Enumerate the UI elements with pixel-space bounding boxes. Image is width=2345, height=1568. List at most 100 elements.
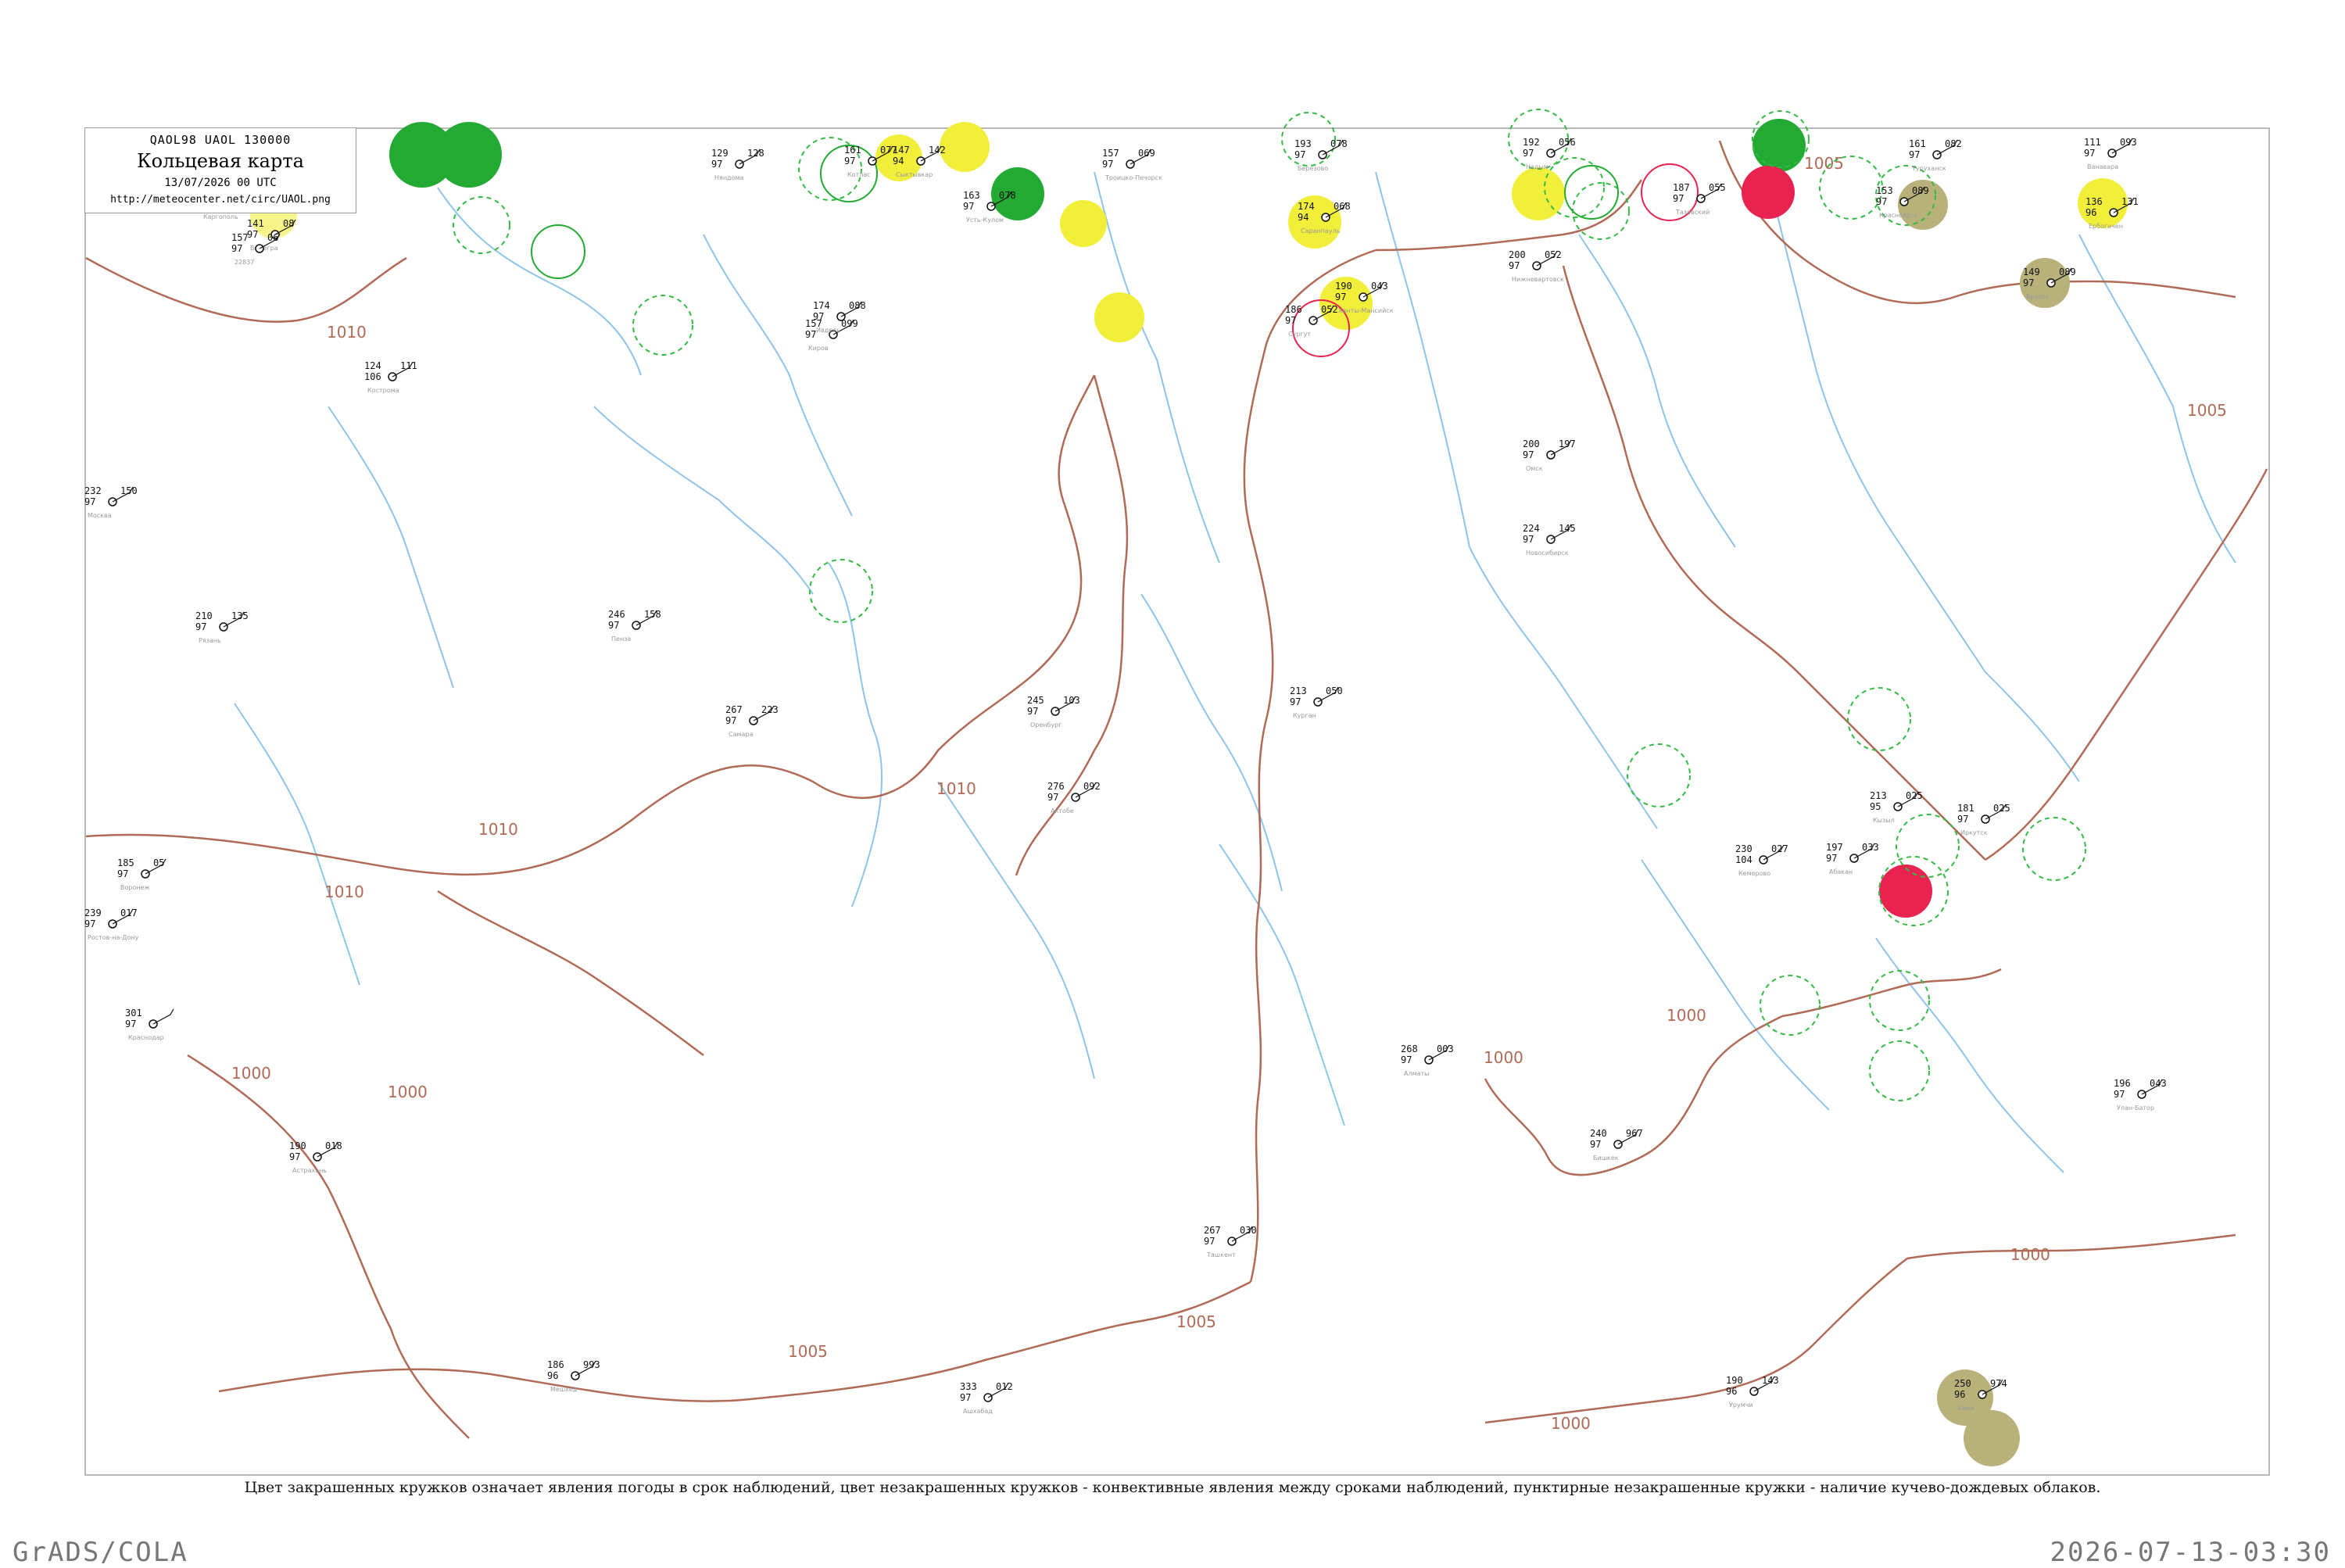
station-temp: 193	[1294, 138, 1312, 149]
station-dew: 97	[844, 156, 855, 166]
station-name: Кемерово	[1738, 870, 1770, 877]
station-dew: 97	[231, 243, 242, 254]
station-plot: 33397 012 Ашхабад	[960, 1381, 1013, 1415]
station-name: Курган	[1293, 712, 1316, 719]
station-temp: 240	[1590, 1128, 1607, 1139]
station-pressure: 033	[1862, 842, 1879, 853]
station-name: Новосибирск	[1526, 550, 1569, 557]
station-pressure: 974	[1990, 1378, 2007, 1389]
station-pressure: 131	[2121, 196, 2139, 207]
station-name: 22837	[234, 259, 254, 266]
station-plot: 21395 025 Кызыл	[1870, 790, 1923, 824]
station-name: Самара	[729, 731, 754, 738]
station-pressure: 003	[1437, 1044, 1454, 1054]
station-dew: 97	[1509, 260, 1520, 271]
station-temp: 230	[1735, 843, 1752, 854]
station-dew: 94	[1298, 212, 1309, 223]
station-plot: 22497 145 Новосибирск	[1523, 523, 1576, 557]
station-temp: 161	[1909, 138, 1926, 149]
station-dew: 97	[1673, 193, 1684, 204]
station-name: Ханты-Мансийск	[1338, 307, 1394, 314]
station-temp: 267	[725, 704, 743, 715]
station-plot: 15797 069 Троицко-Печорск	[1102, 148, 1162, 181]
station-dew: 94	[893, 156, 904, 166]
station-name: Ванавара	[2087, 163, 2118, 170]
map-caption: Цвет закрашенных кружков означает явлени…	[244, 1479, 2101, 1496]
station-temp: 250	[1954, 1378, 1971, 1389]
station-plot: 18597 05 Воронеж	[117, 857, 166, 891]
station-name: Саранпауль	[1301, 227, 1341, 234]
station-temp: 185	[117, 857, 134, 868]
station-temp: 200	[1523, 439, 1540, 449]
station-dew: 97	[1027, 706, 1038, 717]
station-dew: 97	[1590, 1139, 1601, 1150]
thunderstorm-marker	[1879, 865, 1932, 918]
station-pressure: 043	[2150, 1078, 2167, 1089]
isobar-label: 1010	[327, 323, 367, 342]
weather-markers	[250, 119, 2128, 1466]
isobar-label: 1000	[1551, 1414, 1591, 1433]
station-pressure: 089	[1912, 185, 1929, 196]
station-plot: 26897 003 Алматы	[1401, 1044, 1454, 1077]
map-url[interactable]: http://meteocenter.net/circ/UAOL.png	[85, 194, 356, 206]
station-pressure: 078	[1330, 138, 1348, 149]
station-temp: 268	[1401, 1044, 1418, 1054]
station-dew: 97	[725, 715, 736, 726]
station-dew: 97	[1523, 534, 1534, 545]
station-pressure: 092	[1083, 781, 1101, 792]
station-dew: 97	[289, 1151, 300, 1162]
station-plot: 30197 Краснодар	[125, 1008, 174, 1041]
station-pressure: 078	[999, 190, 1016, 201]
station-temp: 276	[1047, 781, 1065, 792]
station-temp: 190	[1726, 1375, 1743, 1386]
station-name: Кострома	[367, 387, 399, 394]
station-dew: 97	[813, 311, 824, 322]
station-plot: 19097 018 Астрахань	[289, 1140, 342, 1174]
station-temp: 192	[1523, 137, 1540, 148]
station-dew: 106	[364, 371, 381, 382]
station-plot: 18797 055 Тазовский	[1673, 182, 1726, 216]
station-name: Улан-Батор	[2117, 1104, 2154, 1112]
isobar-lines	[85, 140, 2268, 1439]
station-temp: 186	[547, 1359, 564, 1370]
station-name: Красноярск	[1879, 212, 1917, 219]
station-name: Ивдель	[816, 327, 840, 334]
station-plot: 15797099Киров	[805, 318, 858, 352]
station-dew: 97	[805, 329, 816, 340]
station-plot: 23297 150 Москва	[84, 485, 138, 519]
map-title-box: QAOL98 UAOL 130000 Кольцевая карта 13/07…	[84, 127, 356, 213]
station-plot: 20097 052 Нижневартовск	[1509, 249, 1564, 283]
station-plot: 20097 197 Омск	[1523, 439, 1576, 472]
station-plot: 23997 017 Ростов-на-Дону	[84, 908, 139, 941]
rain-marker	[1752, 119, 1806, 172]
isobar-label: 1000	[231, 1064, 271, 1083]
station-dew: 96	[2085, 207, 2096, 218]
station-temp: 267	[1204, 1225, 1221, 1236]
station-name: Сургут	[1288, 331, 1311, 338]
station-dew: 97	[117, 868, 128, 879]
station-pressure: 056	[1559, 137, 1576, 148]
station-temp: 129	[711, 148, 729, 159]
station-temp: 210	[195, 610, 213, 621]
station-plot: 124106 111 Кострома	[364, 360, 417, 394]
station-dew: 97	[2023, 277, 2034, 288]
station-name: Киров	[808, 345, 829, 352]
station-dew: 97	[1523, 148, 1534, 159]
station-temp: 161	[844, 145, 861, 156]
station-temp: 157	[1102, 148, 1119, 159]
station-pressure: 027	[1771, 843, 1788, 854]
station-dew: 97	[195, 621, 206, 632]
station-temp: 163	[963, 190, 980, 201]
station-pressure: 145	[1559, 523, 1576, 534]
station-name: Туруханск	[1911, 165, 1946, 172]
station-temp: 213	[1290, 686, 1307, 696]
station-name: Актобе	[1051, 807, 1074, 814]
station-name: Абакан	[1829, 868, 1853, 875]
station-temp: 224	[1523, 523, 1540, 534]
station-temp: 111	[2084, 137, 2101, 148]
station-pressure: 068	[1334, 201, 1351, 212]
fog-marker	[1094, 292, 1144, 342]
station-name: Оренбург	[1030, 721, 1062, 729]
station-name: Краснодар	[128, 1034, 164, 1041]
station-plot: 19697 043 Улан-Батор	[2114, 1078, 2167, 1112]
